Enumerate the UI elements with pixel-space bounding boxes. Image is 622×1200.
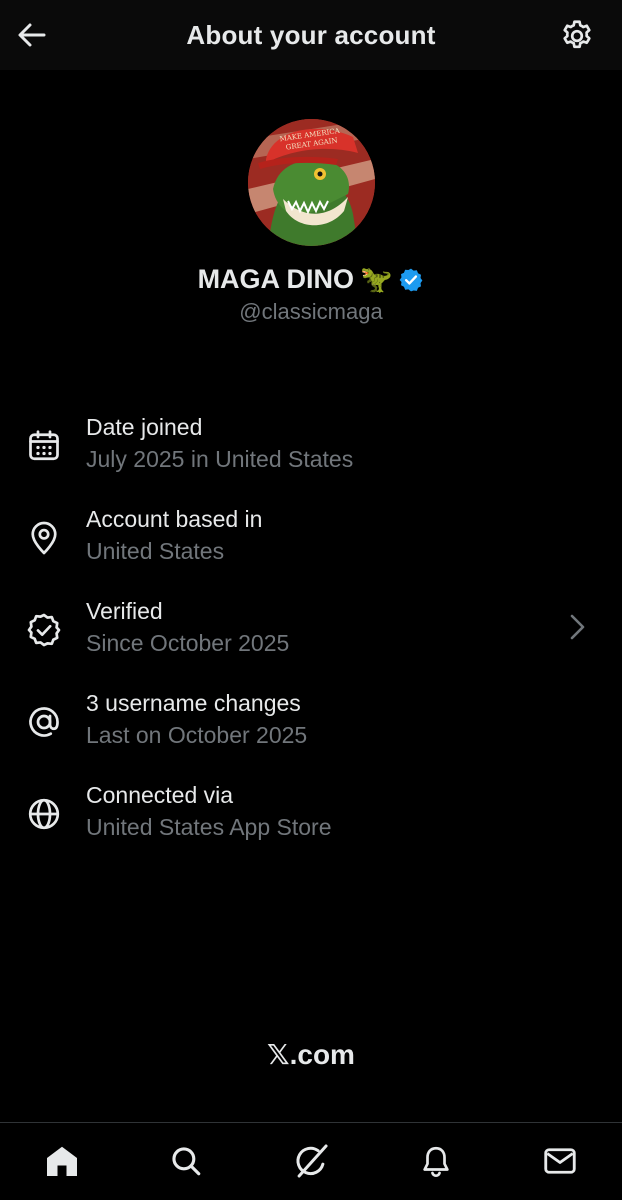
bottom-tab-bar	[0, 1122, 622, 1200]
info-title: Account based in	[86, 506, 263, 532]
globe-icon	[28, 798, 60, 830]
info-subtitle: United States	[86, 538, 225, 564]
location-pin-icon	[31, 521, 57, 555]
info-item-username-changes: 3 username changes Last on October 2025	[0, 690, 622, 760]
mail-icon	[544, 1148, 576, 1174]
profile-name-row: MAGA DINO 🦖	[0, 264, 622, 295]
profile-avatar[interactable]: MAKE AMERICA GREAT AGAIN	[248, 119, 375, 246]
gear-icon	[563, 20, 591, 49]
search-icon	[172, 1147, 201, 1176]
grok-icon	[296, 1144, 328, 1178]
info-subtitle: July 2025 in United States	[86, 446, 354, 472]
home-icon	[47, 1146, 77, 1176]
info-subtitle: United States App Store	[86, 814, 332, 840]
tab-home[interactable]	[42, 1141, 82, 1181]
x-com-brand: 𝕏.com	[0, 1038, 622, 1071]
profile-handle: @classicmaga	[239, 299, 383, 324]
verified-badge-icon	[400, 268, 423, 291]
name-emoji: 🦖	[360, 264, 393, 294]
info-title: Verified	[86, 598, 163, 624]
page-title: About your account	[186, 20, 436, 50]
calendar-icon	[29, 430, 59, 461]
tab-search[interactable]	[166, 1141, 206, 1181]
tab-messages[interactable]	[540, 1141, 580, 1181]
info-title: Date joined	[86, 414, 203, 440]
info-item-account-based-in: Account based in United States	[0, 506, 622, 576]
verified-outline-icon	[27, 613, 61, 647]
info-subtitle: Last on October 2025	[86, 722, 308, 748]
x-logo-mark: 𝕏	[267, 1038, 290, 1071]
info-title: Connected via	[86, 782, 234, 808]
settings-button[interactable]	[558, 17, 596, 55]
tab-grok[interactable]	[291, 1141, 331, 1181]
info-item-connected-via: Connected via United States App Store	[0, 782, 622, 852]
at-sign-icon	[29, 707, 59, 737]
chevron-right-icon	[570, 614, 585, 640]
tab-notifications[interactable]	[416, 1141, 456, 1181]
info-item-date-joined: Date joined July 2025 in United States	[0, 414, 622, 484]
top-app-bar: About your account	[0, 0, 622, 70]
brand-suffix: .com	[289, 1039, 355, 1070]
dinosaur-avatar: MAKE AMERICA GREAT AGAIN	[248, 119, 375, 246]
info-title: 3 username changes	[86, 690, 301, 716]
bell-icon	[423, 1146, 449, 1178]
display-name: MAGA DINO	[197, 264, 355, 294]
info-subtitle: Since October 2025	[86, 630, 290, 656]
info-item-verified[interactable]: Verified Since October 2025	[0, 598, 622, 668]
